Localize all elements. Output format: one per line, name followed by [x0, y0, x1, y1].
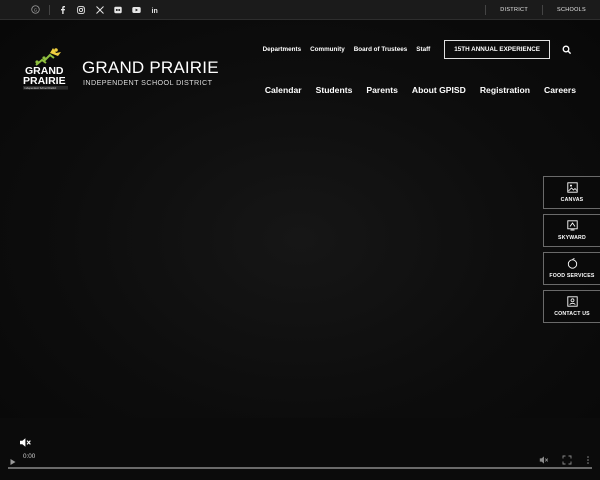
- youtube-icon[interactable]: [128, 0, 147, 19]
- top-bar: G in DISTRICT SCHOOLS: [0, 0, 600, 20]
- nav-calendar[interactable]: Calendar: [265, 85, 302, 95]
- quick-link-skyward[interactable]: SKYWARD: [543, 214, 600, 247]
- top-links: DISTRICT SCHOOLS: [485, 0, 600, 19]
- quick-link-label: CONTACT US: [554, 311, 590, 317]
- quick-link-food-services[interactable]: FOOD SERVICES: [543, 252, 600, 285]
- quick-link-canvas[interactable]: CANVAS: [543, 176, 600, 209]
- volume-button[interactable]: [539, 452, 549, 464]
- nav-registration[interactable]: Registration: [480, 85, 530, 95]
- nav-community[interactable]: Community: [310, 46, 345, 53]
- district-link[interactable]: DISTRICT: [486, 7, 542, 13]
- translate-icon[interactable]: G: [26, 0, 45, 19]
- quick-link-label: SKYWARD: [558, 235, 586, 241]
- svg-text:in: in: [152, 8, 158, 14]
- more-vertical-icon: [587, 456, 589, 464]
- food-services-icon: [544, 258, 600, 269]
- nav-students[interactable]: Students: [316, 85, 353, 95]
- current-time: 0:00: [23, 453, 36, 460]
- svg-text:G: G: [33, 7, 37, 12]
- canvas-icon: [544, 182, 600, 193]
- linkedin-icon[interactable]: in: [146, 0, 165, 19]
- quick-link-contact-us[interactable]: CONTACT US: [543, 290, 600, 323]
- nav-careers[interactable]: Careers: [544, 85, 576, 95]
- logo-title: GRAND PRAIRIE: [82, 58, 219, 77]
- play-button[interactable]: [9, 453, 17, 465]
- logo-mark: GRAND PRAIRIE Independent School Distric…: [23, 48, 68, 90]
- search-button[interactable]: [561, 43, 573, 55]
- search-icon: [562, 45, 572, 55]
- instagram-icon[interactable]: [72, 0, 91, 19]
- more-options-button[interactable]: [583, 452, 593, 464]
- facebook-icon[interactable]: [54, 0, 73, 19]
- contact-icon: [544, 296, 600, 307]
- nav-staff[interactable]: Staff: [416, 46, 430, 53]
- nav-departments[interactable]: Departments: [263, 46, 302, 53]
- social-links: G in: [26, 0, 165, 19]
- video-progress-bar[interactable]: [8, 467, 592, 469]
- quick-link-label: CANVAS: [560, 197, 584, 203]
- flickr-icon[interactable]: [109, 0, 128, 19]
- volume-muted-icon: [20, 438, 31, 447]
- schools-link[interactable]: SCHOOLS: [543, 7, 600, 13]
- logo-mark-line2: PRAIRIE: [23, 75, 66, 87]
- skyward-icon: [544, 220, 600, 231]
- play-icon: [10, 459, 16, 465]
- nav-parents[interactable]: Parents: [366, 85, 398, 95]
- site-logo[interactable]: GRAND PRAIRIE Independent School Distric…: [22, 39, 232, 91]
- fullscreen-button[interactable]: [562, 452, 572, 465]
- logo-mark-tag: Independent School District: [25, 86, 57, 90]
- x-twitter-icon[interactable]: [91, 0, 110, 19]
- speaker-muted-icon: [539, 456, 549, 464]
- quick-link-label: FOOD SERVICES: [549, 273, 595, 279]
- nav-board-of-trustees[interactable]: Board of Trustees: [354, 46, 408, 53]
- annual-experience-button[interactable]: 15TH ANNUAL EXPERIENCE: [444, 40, 550, 59]
- utility-nav: Departments Community Board of Trustees …: [254, 40, 550, 59]
- logo-subtitle: INDEPENDENT SCHOOL DISTRICT: [83, 78, 213, 87]
- nav-about-gpisd[interactable]: About GPISD: [412, 85, 466, 95]
- main-nav: Calendar Students Parents About GPISD Re…: [251, 85, 576, 95]
- fullscreen-icon: [562, 455, 572, 465]
- unmute-button[interactable]: [19, 435, 32, 447]
